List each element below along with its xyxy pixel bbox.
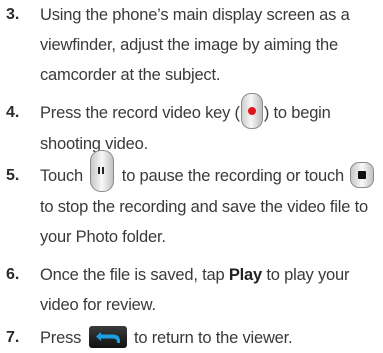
stop-square (358, 170, 367, 179)
stop-key-icon (350, 161, 375, 188)
step-number: 7. (6, 329, 20, 346)
step-4: 4. Press the record video key ( ) to begi… (0, 92, 383, 160)
step-text: Once the file is saved, tap Play to play… (40, 260, 380, 320)
step-5: 5. Touch to pause the recording or touch… (0, 149, 383, 253)
step-text: Touch to pause the recording or touch to… (40, 149, 380, 252)
step-line: video for review. (40, 296, 156, 314)
step-word-touch: Touch (40, 167, 88, 185)
record-video-key-icon (240, 92, 263, 129)
play-keyword: Play (228, 266, 262, 284)
step-text: Using the phone’s main display screen as… (40, 0, 380, 90)
step-line: Using the phone’s main display screen as… (40, 6, 350, 24)
step-line: to stop the recording and save the video… (40, 197, 368, 216)
step-6: 6. Once the file is saved, tap Play to p… (0, 260, 383, 322)
pause-bar (102, 166, 105, 174)
step-text-after: ) to begin (263, 104, 331, 122)
step-text-after: to return to the viewer. (129, 329, 293, 347)
pause-bar (98, 166, 101, 174)
step-text-before: Once the file is saved, tap (40, 266, 229, 284)
step-line: Press to return to the viewer. (40, 323, 380, 353)
step-number: 4. (6, 104, 20, 121)
back-key-icon (88, 326, 127, 349)
instruction-steps: 3. Using the phone’s main display screen… (0, 0, 383, 353)
step-text-before: Press the record video key ( (40, 104, 240, 122)
step-text: Press to return to the viewer. (40, 323, 380, 353)
step-line: Touch to pause the recording or touch (40, 149, 380, 192)
step-number: 3. (6, 6, 20, 23)
step-number: 6. (6, 266, 20, 283)
step-line: viewfinder, adjust the image by aiming t… (40, 36, 338, 54)
step-number: 5. (6, 167, 20, 184)
record-dot (247, 106, 256, 115)
back-arrow-icon (95, 332, 120, 344)
step-7: 7. Press to return to the viewer. (0, 323, 383, 353)
step-text-pause: to pause the recording or touch (117, 167, 349, 185)
pause-key-icon (90, 149, 115, 192)
step-line: Once the file is saved, tap Play to play… (40, 260, 380, 290)
step-line: your Photo folder. (40, 227, 166, 246)
step-3: 3. Using the phone’s main display screen… (0, 0, 383, 92)
step-text-before: Press (40, 329, 86, 347)
step-line: Press the record video key ( ) to begin (40, 92, 380, 129)
step-text-after: to play your (262, 266, 350, 284)
step-text: Press the record video key () to begin s… (40, 92, 380, 159)
step-line: camcorder at the subject. (40, 66, 221, 84)
